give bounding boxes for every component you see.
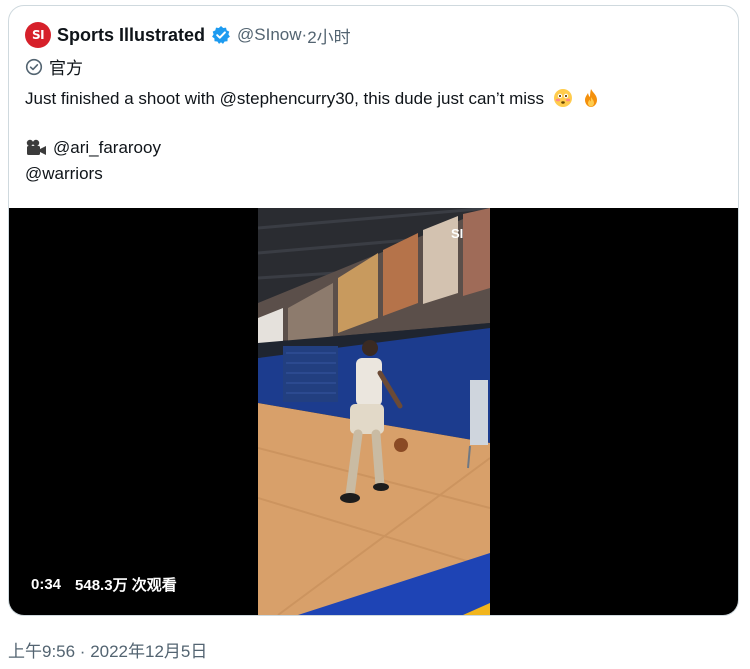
flushed-face-icon: [553, 88, 573, 108]
credit-mention[interactable]: @ari_fararooy: [53, 138, 161, 158]
tweet-header: SI Sports Illustrated @SInow · 2小时: [25, 22, 351, 48]
tweet-timestamp[interactable]: 上午9:56 · 2022年12月5日: [8, 637, 207, 662]
warriors-mention[interactable]: @warriors: [25, 164, 103, 184]
official-label-text: 官方: [49, 59, 83, 78]
video-frame[interactable]: SI: [258, 208, 490, 615]
video-duration: 0:34: [31, 576, 62, 593]
si-watermark: SI: [451, 226, 463, 241]
author-handle[interactable]: @SInow: [237, 25, 302, 45]
author-name[interactable]: Sports Illustrated: [57, 25, 205, 46]
fire-icon: [581, 88, 601, 108]
video-thumbnail: SI: [258, 208, 490, 615]
tweet-text: Just finished a shoot with @stephencurry…: [25, 88, 601, 109]
avatar[interactable]: SI: [25, 22, 51, 48]
official-label: 官方: [25, 54, 83, 79]
tweet-card[interactable]: SI Sports Illustrated @SInow · 2小时 官方 Ju…: [8, 5, 739, 616]
video-meta: 0:34 548.3万 次观看: [31, 574, 177, 595]
tweet-body: Just finished a shoot with @stephencurry…: [25, 89, 545, 108]
verified-badge-icon: [211, 25, 231, 45]
movie-camera-icon: [25, 139, 47, 157]
credit-line: @ari_fararooy: [25, 138, 161, 158]
official-check-icon: [25, 58, 43, 76]
video-views: 548.3万 次观看: [75, 577, 177, 594]
time-ago[interactable]: 2小时: [307, 23, 350, 48]
video-player[interactable]: SI 0:34 548.3万 次观看: [9, 208, 738, 615]
